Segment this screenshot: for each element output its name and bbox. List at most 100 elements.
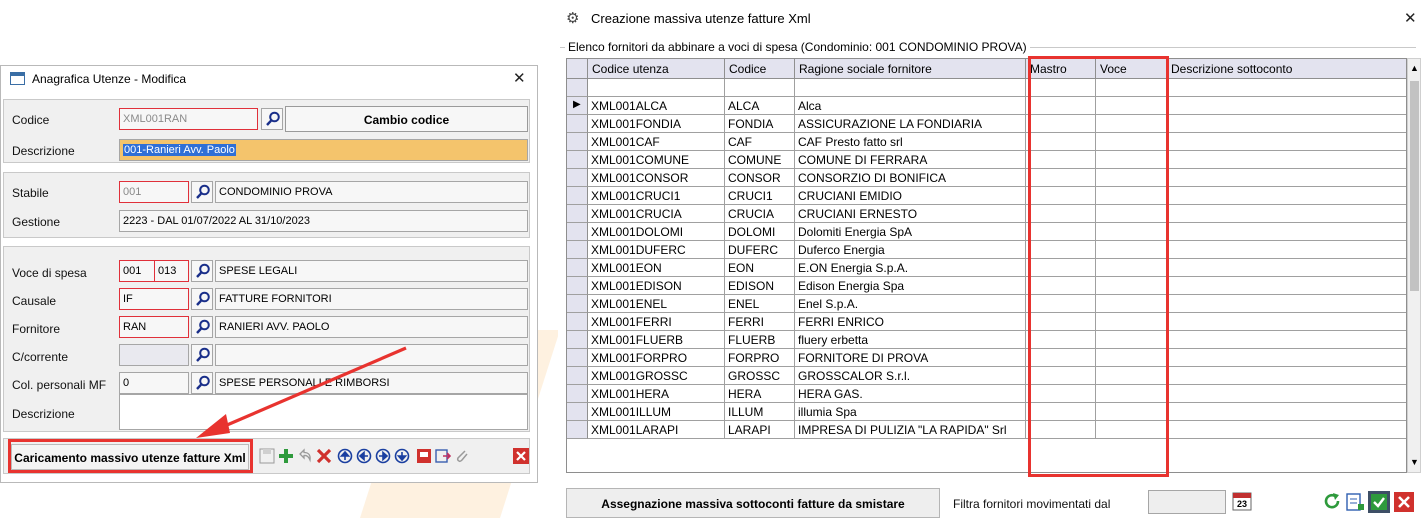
row-header[interactable] xyxy=(567,205,588,223)
grid-cell[interactable]: DUFERC xyxy=(725,241,795,259)
row-header[interactable] xyxy=(567,277,588,295)
row-header[interactable] xyxy=(567,259,588,277)
grid-cell[interactable]: LARAPI xyxy=(725,421,795,439)
vertical-scrollbar[interactable]: ▲ ▼ xyxy=(1407,58,1421,473)
grid-cell[interactable] xyxy=(1167,79,1406,97)
grid-cell[interactable]: CRUCIA xyxy=(725,205,795,223)
grid-cell[interactable]: Duferco Energia xyxy=(795,241,1026,259)
grid-cell[interactable]: FONDIA xyxy=(725,115,795,133)
row-header[interactable] xyxy=(567,295,588,313)
column-header[interactable]: Ragione sociale fornitore xyxy=(795,59,1026,79)
grid-cell[interactable]: CRUCIANI EMIDIO xyxy=(795,187,1026,205)
grid-cell[interactable] xyxy=(1167,385,1406,403)
grid-cell[interactable] xyxy=(1167,205,1406,223)
grid-cell[interactable]: XML001GROSSC xyxy=(588,367,725,385)
grid-cell[interactable]: XML001FLUERB xyxy=(588,331,725,349)
grid-cell[interactable]: ILLUM xyxy=(725,403,795,421)
grid-cell[interactable]: HERA xyxy=(725,385,795,403)
grid-cell[interactable]: XML001ENEL xyxy=(588,295,725,313)
close-icon[interactable] xyxy=(1394,492,1414,512)
grid-cell[interactable]: XML001DOLOMI xyxy=(588,223,725,241)
row-header[interactable] xyxy=(567,115,588,133)
grid-cell[interactable]: ENEL xyxy=(725,295,795,313)
grid-cell[interactable]: FORNITORE DI PROVA xyxy=(795,349,1026,367)
column-header[interactable]: Codice xyxy=(725,59,795,79)
row-header[interactable] xyxy=(567,187,588,205)
scroll-thumb[interactable] xyxy=(1410,81,1419,291)
grid-cell[interactable]: XML001HERA xyxy=(588,385,725,403)
row-header[interactable] xyxy=(567,151,588,169)
grid-cell[interactable]: XML001FORPRO xyxy=(588,349,725,367)
assegnazione-massiva-button[interactable]: Assegnazione massiva sottoconti fatture … xyxy=(566,488,940,518)
grid-cell[interactable]: XML001CAF xyxy=(588,133,725,151)
grid-cell[interactable]: FORPRO xyxy=(725,349,795,367)
grid-cell[interactable]: Alca xyxy=(795,97,1026,115)
row-header[interactable] xyxy=(567,421,588,439)
grid-cell[interactable]: CONSORZIO DI BONIFICA xyxy=(795,169,1026,187)
grid-cell[interactable] xyxy=(588,79,725,97)
row-header[interactable] xyxy=(567,79,588,97)
grid-cell[interactable]: XML001ILLUM xyxy=(588,403,725,421)
row-header[interactable] xyxy=(567,169,588,187)
grid-cell[interactable]: XML001ALCA xyxy=(588,97,725,115)
row-header[interactable] xyxy=(567,403,588,421)
grid-cell[interactable] xyxy=(1167,295,1406,313)
grid-cell[interactable]: CAF Presto fatto srl xyxy=(795,133,1026,151)
row-header[interactable] xyxy=(567,133,588,151)
grid-cell[interactable]: EON xyxy=(725,259,795,277)
grid-cell[interactable]: E.ON Energia S.p.A. xyxy=(795,259,1026,277)
grid-cell[interactable]: CRUCIANI ERNESTO xyxy=(795,205,1026,223)
row-header[interactable] xyxy=(567,241,588,259)
grid-cell[interactable]: XML001CRUCIA xyxy=(588,205,725,223)
grid-cell[interactable]: FERRI ENRICO xyxy=(795,313,1026,331)
grid-cell[interactable]: Enel S.p.A. xyxy=(795,295,1026,313)
row-header[interactable] xyxy=(567,313,588,331)
grid-cell[interactable]: DOLOMI xyxy=(725,223,795,241)
grid-cell[interactable]: XML001LARAPI xyxy=(588,421,725,439)
row-header[interactable] xyxy=(567,331,588,349)
grid-cell[interactable] xyxy=(1167,421,1406,439)
grid-cell[interactable] xyxy=(1167,277,1406,295)
grid-cell[interactable]: ALCA xyxy=(725,97,795,115)
refresh-icon[interactable] xyxy=(1322,492,1342,512)
grid-cell[interactable]: XML001EDISON xyxy=(588,277,725,295)
row-header[interactable] xyxy=(567,385,588,403)
grid-cell[interactable] xyxy=(1167,97,1406,115)
grid-cell[interactable] xyxy=(1167,331,1406,349)
row-header[interactable] xyxy=(567,223,588,241)
grid-cell[interactable]: FLUERB xyxy=(725,331,795,349)
grid-cell[interactable]: XML001FERRI xyxy=(588,313,725,331)
confirm-icon[interactable] xyxy=(1368,491,1390,513)
grid-cell[interactable]: HERA GAS. xyxy=(795,385,1026,403)
close-icon[interactable]: ✕ xyxy=(1404,9,1417,27)
grid-cell[interactable]: Edison Energia Spa xyxy=(795,277,1026,295)
grid-cell[interactable]: XML001CONSOR xyxy=(588,169,725,187)
grid-cell[interactable]: fluery erbetta xyxy=(795,331,1026,349)
grid-cell[interactable]: CRUCI1 xyxy=(725,187,795,205)
grid-cell[interactable] xyxy=(1167,403,1406,421)
column-header[interactable]: Descrizione sottoconto xyxy=(1167,59,1406,79)
grid-cell[interactable]: XML001COMUNE xyxy=(588,151,725,169)
calendar-button[interactable]: 23 xyxy=(1231,490,1255,514)
grid-cell[interactable] xyxy=(1167,349,1406,367)
grid-cell[interactable] xyxy=(1167,223,1406,241)
grid-cell[interactable]: GROSSC xyxy=(725,367,795,385)
grid-cell[interactable] xyxy=(1167,133,1406,151)
grid-cell[interactable] xyxy=(1167,259,1406,277)
grid-cell[interactable] xyxy=(1167,169,1406,187)
grid-cell[interactable]: XML001EON xyxy=(588,259,725,277)
grid-cell[interactable] xyxy=(1167,367,1406,385)
grid-cell[interactable]: CAF xyxy=(725,133,795,151)
grid-cell[interactable] xyxy=(1167,187,1406,205)
grid-cell[interactable]: XML001CRUCI1 xyxy=(588,187,725,205)
row-header[interactable] xyxy=(567,367,588,385)
list-add-icon[interactable] xyxy=(1345,492,1365,512)
grid-cell[interactable] xyxy=(1167,241,1406,259)
scroll-up-icon[interactable]: ▲ xyxy=(1410,63,1419,73)
grid-cell[interactable]: CONSOR xyxy=(725,169,795,187)
grid-cell[interactable]: IMPRESA DI PULIZIA "LA RAPIDA" Srl xyxy=(795,421,1026,439)
grid-cell[interactable]: FERRI xyxy=(725,313,795,331)
column-header[interactable]: Codice utenza xyxy=(588,59,725,79)
grid-cell[interactable]: ASSICURAZIONE LA FONDIARIA xyxy=(795,115,1026,133)
grid-cell[interactable]: COMUNE xyxy=(725,151,795,169)
